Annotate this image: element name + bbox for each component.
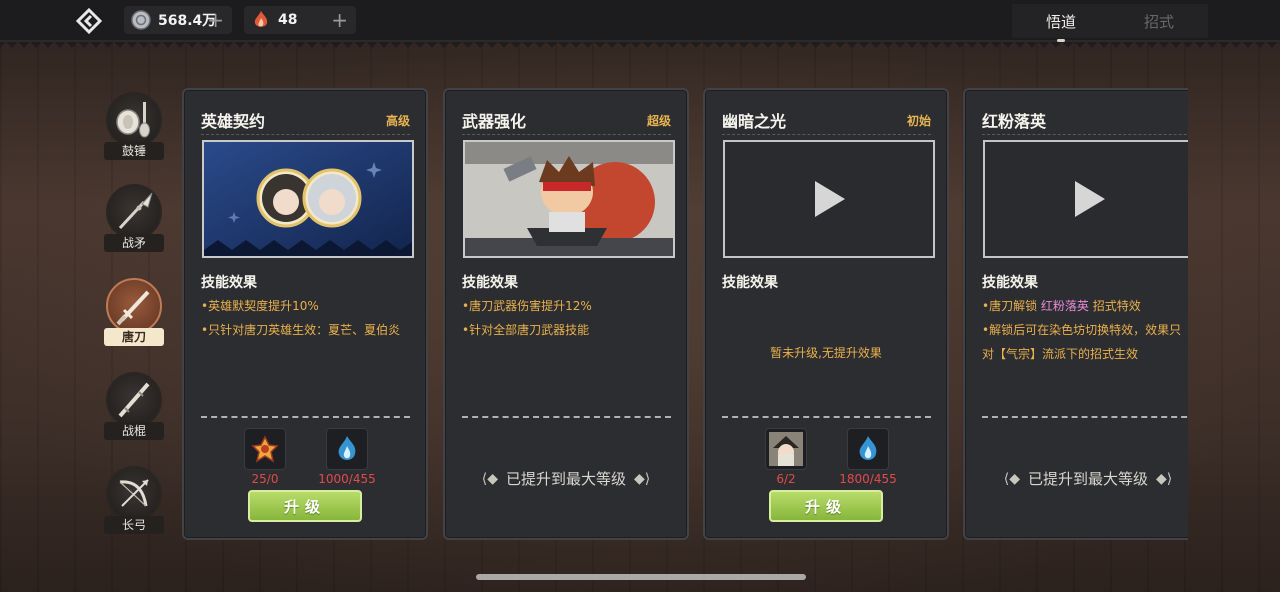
skill-card: 英雄契约 高级 技能效果 •英雄默契度提升10% •只针对唐刀英雄生效：夏芒、夏… [182,88,428,540]
currency-silver: 568.4万 + [124,6,232,34]
tab-wudao[interactable]: 悟道 [1012,4,1110,42]
skill-card: 武器强化 超级 技能效果 •唐刀武器伤害提升12% •针对全部唐刀武器技能 ⟨◆… [443,88,689,540]
effect-item: •解锁后可在染色坊切换特效，效果只对【气宗】流派下的招式生效 [982,323,1182,361]
card-title: 幽暗之光 [722,112,787,131]
spear-icon [106,184,162,240]
drum-hammer-icon [106,92,162,148]
upgrade-button[interactable]: 升级 [769,490,883,522]
max-level-text: 已提升到最大等级 [505,470,626,488]
hero-portrait-icon [765,428,807,470]
effect-item: •只针对唐刀英雄生效：夏芒、夏伯炎 [201,323,401,337]
add-silver-button[interactable]: + [207,8,224,32]
weapon-spear[interactable]: 战矛 [102,184,164,254]
weapon-label: 长弓 [104,516,164,534]
card-title: 武器强化 [462,112,527,131]
effect-item: •英雄默契度提升10% [201,299,319,313]
divider [722,134,931,135]
divider [982,134,1188,135]
requirement-value: 6/2 [776,472,796,486]
requirement-value: 1800/455 [839,472,897,486]
effect-heading: 技能效果 [462,275,518,291]
blue-flame-icon [326,428,368,470]
effect-heading: 技能效果 [722,275,778,291]
effect-item: •针对全部唐刀武器技能 [462,323,590,337]
play-icon [815,181,845,217]
top-bar-trim [0,42,1280,54]
tang-sword-icon [106,278,162,334]
skill-card: 幽暗之光 初始 技能效果 暂未升级,无提升效果 6/2 1800/455 升级 [703,88,949,540]
weapon-label: 战矛 [104,234,164,252]
ornament-right-icon: ◆⟩ [634,470,651,487]
highlight-effect-name: 红粉落英 [1040,299,1089,313]
max-level-banner: ⟨◆ 已提升到最大等级 ◆⟩ [985,468,1188,489]
mode-tabs: 悟道 招式 [1012,4,1208,42]
card-grade: 超级 [646,114,671,128]
skill-card-carousel: 英雄契约 高级 技能效果 •英雄默契度提升10% •只针对唐刀英雄生效：夏芒、夏… [182,86,1188,542]
divider [722,416,931,418]
currency-flame: 48 + [244,6,356,34]
silver-coin-icon [130,9,152,31]
effect-list: •英雄默契度提升10% •只针对唐刀英雄生效：夏芒、夏伯炎 [201,294,415,342]
requirement-value: 1000/455 [318,472,376,486]
effect-list: •唐刀解锁 红粉落英 招式特效 •解锁后可在染色坊切换特效，效果只对【气宗】流派… [982,294,1188,366]
ornament-right-icon: ◆⟩ [1156,470,1173,487]
divider [462,416,671,418]
card-title: 英雄契约 [201,112,266,131]
max-level-banner: ⟨◆ 已提升到最大等级 ◆⟩ [445,468,687,489]
effect-heading: 技能效果 [982,275,1038,291]
home-indicator[interactable] [476,574,806,580]
bow-icon [106,466,162,522]
effect-item: •唐刀武器伤害提升12% [462,299,592,313]
effect-list: •唐刀武器伤害提升12% •针对全部唐刀武器技能 [462,294,676,342]
hero-badge-icon [244,428,286,470]
top-bar: 568.4万 + 48 + 悟道 招式 [0,0,1280,42]
ornament-left-icon: ⟨◆ [481,470,498,487]
skill-artwork [463,140,675,258]
max-level-text: 已提升到最大等级 [1027,470,1148,488]
weapon-drum-hammer[interactable]: 鼓锤 [102,92,164,162]
divider [201,416,410,418]
skill-artwork [202,140,414,258]
no-effect-text: 暂未升级,无提升效果 [770,346,882,360]
staff-icon [106,372,162,428]
card-title: 红粉落英 [982,112,1047,131]
add-flame-button[interactable]: + [331,8,348,32]
effect-heading: 技能效果 [201,275,257,291]
back-button[interactable] [74,6,104,36]
flame-amount: 48 [278,12,298,28]
tab-zhaoshi[interactable]: 招式 [1110,4,1208,38]
divider [462,134,671,135]
divider [201,134,410,135]
card-grade: 初始 [906,114,931,128]
upgrade-button[interactable]: 升级 [248,490,362,522]
video-preview[interactable] [723,140,935,258]
video-preview[interactable] [983,140,1188,258]
weapon-bow[interactable]: 长弓 [102,466,164,536]
blue-flame-icon [847,428,889,470]
flame-crystal-icon [250,9,272,31]
effect-item: •唐刀解锁 红粉落英 招式特效 [982,299,1141,313]
divider [982,416,1188,418]
weapon-label: 唐刀 [104,328,164,346]
weapon-staff[interactable]: 战棍 [102,372,164,442]
back-icon [76,8,102,34]
weapon-label: 鼓锤 [104,142,164,160]
ornament-left-icon: ⟨◆ [1003,470,1020,487]
weapon-label: 战棍 [104,422,164,440]
skill-card: 红粉落英 特效 技能效果 •唐刀解锁 红粉落英 招式特效 •解锁后可在染色坊切换… [963,88,1188,540]
card-grade: 高级 [385,114,410,128]
requirement-value: 25/0 [251,472,279,486]
weapon-tang-sword[interactable]: 唐刀 [102,278,164,348]
play-icon [1075,181,1105,217]
